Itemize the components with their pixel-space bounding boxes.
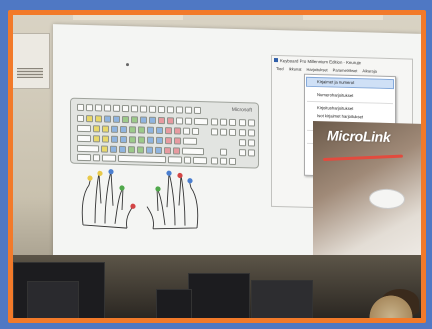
top-strip [73, 15, 383, 20]
right-pinky-dot [187, 178, 193, 184]
numpad-2 [239, 129, 255, 137]
numpad-4 [239, 149, 255, 157]
arrow-up-key [220, 148, 227, 156]
student [365, 293, 417, 318]
left-index-dot [119, 185, 125, 191]
right-ring-dot [177, 172, 183, 179]
mouse-cursor [126, 63, 129, 67]
ceiling-panel-right [303, 15, 383, 20]
promo-red-swoosh [322, 154, 404, 162]
air-conditioner [13, 33, 50, 89]
monitor-right [251, 280, 313, 318]
nav-keys-2 [211, 128, 236, 136]
menu-windows[interactable]: Ikkunat [289, 65, 302, 73]
monitor-center [188, 273, 250, 318]
classroom-scene: Microsoft Keyboard Pro Millennium Editio… [13, 15, 421, 318]
numpad [239, 119, 255, 127]
monitor-center-small [156, 289, 192, 318]
promo-title: MicroLink [327, 127, 391, 146]
microlink-promo: MicroLink [313, 120, 421, 264]
left-pinky-dot [87, 175, 93, 181]
number-key-row [77, 114, 208, 126]
home-row [77, 134, 197, 145]
right-index-dot [155, 186, 161, 192]
ceiling-panel-left [73, 15, 183, 20]
projector-screen: Microsoft Keyboard Pro Millennium Editio… [53, 24, 421, 274]
monitor-left-back [27, 281, 79, 318]
top-letter-row [77, 124, 199, 136]
nav-keys [211, 118, 236, 126]
right-middle-dot [166, 170, 172, 176]
numpad-3 [239, 139, 255, 147]
dropdown-item-numbers[interactable]: Numeroharjoitukset [307, 91, 393, 101]
left-middle-dot [108, 169, 114, 175]
computer-mouse-image [369, 188, 405, 210]
dropdown-item-letters[interactable]: Kirjaimet ja numerot [306, 76, 394, 90]
keyboard-image: Microsoft [70, 97, 259, 169]
function-key-row [77, 103, 201, 115]
left-thumb-dot [130, 203, 136, 209]
finger-position-hands [81, 169, 199, 230]
keyboard-brand: Microsoft [231, 106, 252, 114]
arrow-keys [211, 157, 236, 165]
menu-file[interactable]: Tied [276, 65, 284, 73]
